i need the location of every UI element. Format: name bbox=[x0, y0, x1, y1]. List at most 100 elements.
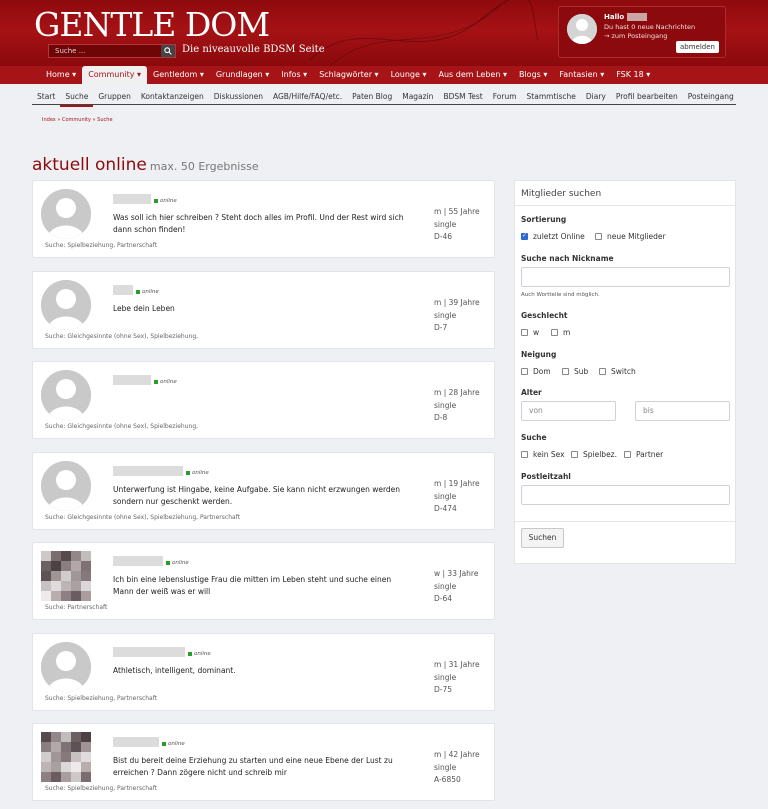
avatar-placeholder-icon[interactable] bbox=[41, 189, 91, 239]
result-card[interactable]: online Ich bin eine lebenslustige Frau di… bbox=[32, 542, 495, 620]
online-label: online bbox=[172, 560, 189, 566]
checkbox-icon[interactable] bbox=[571, 451, 578, 458]
inbox-link[interactable]: → zum Posteingang bbox=[604, 32, 667, 40]
page-title-text: aktuell online bbox=[32, 155, 147, 175]
profile-text: Unterwerfung ist Hingabe, keine Aufgabe.… bbox=[113, 485, 401, 506]
avatar-placeholder-icon[interactable] bbox=[41, 370, 91, 420]
subnav-item[interactable]: BDSM Test bbox=[438, 88, 487, 107]
subnav-item[interactable]: Profil bearbeiten bbox=[611, 88, 683, 107]
online-label: online bbox=[192, 470, 209, 476]
seeking-text: Suche: Gleichgesinnte (ohne Sex), Spielb… bbox=[45, 423, 199, 430]
subnav-item[interactable]: AGB/Hilfe/FAQ/etc. bbox=[268, 88, 347, 107]
mainnav-item[interactable]: Grundlagen ▾ bbox=[210, 66, 275, 84]
subnav-item[interactable]: Posteingang bbox=[683, 88, 739, 107]
region: D-7 bbox=[434, 323, 448, 332]
site-logo[interactable]: GENTLE DOM bbox=[34, 6, 270, 44]
checkbox-icon[interactable] bbox=[595, 233, 602, 240]
result-card[interactable]: online Was soll ich hier schreiben ? Steh… bbox=[32, 180, 495, 258]
avatar-placeholder-icon[interactable] bbox=[41, 642, 91, 692]
profile-meta: m | 31 Jahre single D-75 bbox=[434, 659, 480, 697]
nickname-blurred[interactable] bbox=[113, 194, 151, 204]
mainnav-item[interactable]: Lounge ▾ bbox=[385, 66, 433, 84]
nickname-blurred[interactable] bbox=[113, 466, 183, 476]
result-card[interactable]: online Athletisch, intelligent, dominant.… bbox=[32, 633, 495, 711]
avatar-placeholder-icon[interactable] bbox=[41, 280, 91, 330]
age-to-input[interactable]: bis bbox=[635, 401, 730, 421]
gender-option-w[interactable]: w bbox=[521, 328, 539, 337]
result-card[interactable]: online Lebe dein Leben m | 39 Jahre single D… bbox=[32, 271, 495, 349]
mainnav-item[interactable]: Aus dem Leben ▾ bbox=[433, 66, 513, 84]
seek-option-play[interactable]: Spielbez. bbox=[571, 450, 617, 459]
subnav-item[interactable]: Start bbox=[32, 88, 60, 107]
nickname-input[interactable] bbox=[521, 267, 730, 287]
mainnav-item[interactable]: Community ▾ bbox=[82, 66, 148, 84]
seeking-text: Suche: Spielbeziehung, Partnerschaft bbox=[45, 695, 158, 702]
subnav-item[interactable]: Magazin bbox=[397, 88, 438, 107]
nickname-blurred[interactable] bbox=[113, 647, 185, 657]
gender-age: m | 55 Jahre bbox=[434, 207, 480, 216]
breadcrumb[interactable]: Index » Community » Suche bbox=[42, 117, 113, 123]
mainnav-item[interactable]: Fantasien ▾ bbox=[553, 66, 610, 84]
checkbox-icon[interactable] bbox=[624, 451, 631, 458]
profile-photo[interactable] bbox=[41, 732, 91, 782]
profile-photo[interactable] bbox=[41, 551, 91, 601]
gender-option-m[interactable]: m bbox=[551, 328, 570, 337]
seek-option-no-sex[interactable]: kein Sex bbox=[521, 450, 565, 459]
checkbox-icon[interactable] bbox=[521, 368, 528, 375]
relationship-status: single bbox=[434, 310, 457, 320]
search-submit-button[interactable]: Suchen bbox=[521, 528, 564, 548]
nickname-label: Suche nach Nickname bbox=[521, 254, 614, 263]
checkbox-icon[interactable] bbox=[521, 329, 528, 336]
result-card[interactable]: online Bist du bereit deine Erziehung zu … bbox=[32, 723, 495, 801]
nickname-blurred[interactable] bbox=[113, 737, 159, 747]
mainnav-item[interactable]: Gentledom ▾ bbox=[147, 66, 210, 84]
mainnav-item[interactable]: FSK 18 ▾ bbox=[610, 66, 656, 84]
seek-option-partner[interactable]: Partner bbox=[624, 450, 663, 459]
mainnav-item[interactable]: Schlagwörter ▾ bbox=[313, 66, 384, 84]
subnav-item[interactable]: Gruppen bbox=[93, 88, 136, 107]
sub-navigation: Start Suche Gruppen Kontaktanzeigen Diskussi… bbox=[32, 88, 739, 107]
subnav-item[interactable]: Stammtische bbox=[522, 88, 581, 107]
message-count[interactable]: Du hast 0 neue Nachrichten bbox=[604, 23, 695, 31]
nickname-blurred[interactable] bbox=[113, 556, 163, 566]
region: D-46 bbox=[434, 232, 453, 241]
user-box: Hallo Du hast 0 neue Nachrichten → zum P… bbox=[558, 6, 726, 58]
checkbox-icon[interactable] bbox=[521, 451, 528, 458]
checkbox-icon[interactable] bbox=[599, 368, 606, 375]
age-from-input[interactable]: von bbox=[521, 401, 616, 421]
sort-label: Sortierung bbox=[521, 215, 567, 224]
subnav-item[interactable]: Suche bbox=[60, 88, 94, 107]
search-input[interactable] bbox=[49, 45, 161, 57]
subnav-item[interactable]: Forum bbox=[488, 88, 522, 107]
mainnav-item[interactable]: Home ▾ bbox=[40, 66, 82, 84]
checkbox-checked-icon[interactable] bbox=[521, 232, 528, 240]
checkbox-icon[interactable] bbox=[551, 329, 558, 336]
search-icon bbox=[164, 47, 172, 55]
logout-button[interactable]: abmelden bbox=[676, 41, 719, 53]
tendency-option-sub[interactable]: Sub bbox=[562, 367, 588, 376]
subnav-item[interactable]: Diskussionen bbox=[209, 88, 268, 107]
result-card[interactable]: online Unterwerfung ist Hingabe, keine Au… bbox=[32, 452, 495, 530]
subnav-item[interactable]: Diary bbox=[581, 88, 611, 107]
tendency-option-switch[interactable]: Switch bbox=[599, 367, 636, 376]
online-dot-icon bbox=[166, 561, 170, 565]
user-avatar[interactable] bbox=[567, 14, 597, 44]
subnav-item[interactable]: Kontaktanzeigen bbox=[136, 88, 209, 107]
tendency-option-dom[interactable]: Dom bbox=[521, 367, 551, 376]
avatar-placeholder-icon[interactable] bbox=[41, 461, 91, 511]
nickname-blurred[interactable] bbox=[113, 375, 151, 385]
sort-option-last-online[interactable]: zuletzt Online bbox=[521, 232, 585, 241]
gender-option-label: m bbox=[563, 328, 571, 337]
mainnav-item[interactable]: Blogs ▾ bbox=[513, 66, 553, 84]
result-card[interactable]: online m | 28 Jahre single D-8 Suche: Gleich… bbox=[32, 361, 495, 439]
online-indicator: online bbox=[154, 379, 177, 385]
subnav-item[interactable]: Paten Blog bbox=[347, 88, 397, 107]
nickname-blurred[interactable] bbox=[113, 285, 133, 295]
search-button[interactable] bbox=[161, 45, 175, 57]
checkbox-icon[interactable] bbox=[562, 368, 569, 375]
profile-text: Ich bin eine lebenslustige Frau die mitt… bbox=[113, 575, 392, 596]
mainnav-item[interactable]: Infos ▾ bbox=[275, 66, 313, 84]
user-greeting: Hallo bbox=[604, 13, 625, 21]
zip-input[interactable] bbox=[521, 485, 730, 505]
sort-option-new-members[interactable]: neue Mitglieder bbox=[595, 232, 666, 241]
